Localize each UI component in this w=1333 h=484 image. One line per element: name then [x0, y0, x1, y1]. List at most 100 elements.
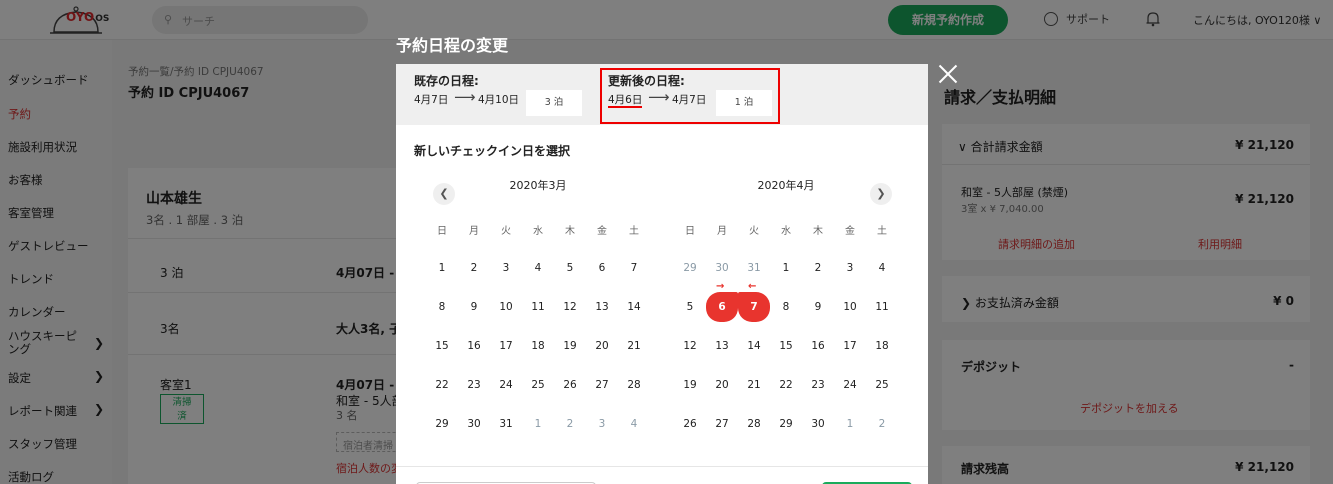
calendar-day-selected[interactable]: 7 [738, 292, 770, 322]
arrow-right-icon: ⟶ [454, 88, 476, 106]
calendar-day[interactable]: 15 [772, 336, 800, 356]
calendar-day[interactable]: 19 [556, 336, 584, 356]
month-title-march: 2020年3月 [509, 179, 567, 192]
month-title-april: 2020年4月 [757, 179, 815, 192]
calendar-day[interactable]: 13 [708, 336, 736, 356]
select-checkin-title: 新しいチェックイン日を選択 [414, 144, 571, 158]
weekday-label: 火 [749, 226, 759, 237]
arrow-left-icon: ← [748, 281, 757, 292]
calendar-day[interactable]: 2 [804, 258, 832, 278]
weekday-label: 火 [501, 226, 511, 237]
calendar-day[interactable]: 2 [868, 414, 896, 434]
weekday-label: 月 [717, 226, 727, 237]
weekday-label: 土 [877, 226, 887, 237]
calendar-day[interactable]: 25 [524, 375, 552, 395]
weekday-label: 木 [565, 226, 575, 237]
weekday-label: 月 [469, 226, 479, 237]
arrow-right-icon: → [716, 281, 725, 292]
calendar-day[interactable]: 2 [556, 414, 584, 434]
calendar-day[interactable]: 4 [868, 258, 896, 278]
existing-from: 4月7日 [414, 94, 449, 106]
calendar-day[interactable]: 16 [804, 336, 832, 356]
calendar-day[interactable]: 30 [460, 414, 488, 434]
calendar-day[interactable]: 18 [868, 336, 896, 356]
calendar-day[interactable]: 27 [588, 375, 616, 395]
calendar-day[interactable]: 14 [740, 336, 768, 356]
calendar-day[interactable]: 22 [772, 375, 800, 395]
calendar-day[interactable]: 26 [676, 414, 704, 434]
calendar-day[interactable]: 17 [836, 336, 864, 356]
calendar-day[interactable]: 8 [772, 297, 800, 317]
calendar-day[interactable]: 3 [836, 258, 864, 278]
calendar-day[interactable]: 15 [428, 336, 456, 356]
calendar-day[interactable]: 17 [492, 336, 520, 356]
calendar-day[interactable]: 1 [836, 414, 864, 434]
calendar-day[interactable]: 6 [588, 258, 616, 278]
calendar-day[interactable]: 20 [708, 375, 736, 395]
weekday-label: 木 [813, 226, 823, 237]
calendar-day[interactable]: 29 [428, 414, 456, 434]
calendar-day[interactable]: 20 [588, 336, 616, 356]
weekday-label: 金 [845, 226, 855, 237]
calendar-day[interactable]: 22 [428, 375, 456, 395]
weekday-label: 水 [533, 226, 543, 237]
weekday-label: 土 [629, 226, 639, 237]
calendar-day[interactable]: 1 [428, 258, 456, 278]
calendar-day[interactable]: 16 [460, 336, 488, 356]
weekday-label: 日 [685, 226, 695, 237]
calendar-day[interactable]: 31 [740, 258, 768, 278]
calendar-day[interactable]: 10 [836, 297, 864, 317]
calendar-day[interactable]: 4 [620, 414, 648, 434]
calendar-day[interactable]: 12 [556, 297, 584, 317]
existing-nights: 3 泊 [526, 90, 582, 116]
calendar-day[interactable]: 13 [588, 297, 616, 317]
calendar-day[interactable]: 1 [772, 258, 800, 278]
weekday-label: 金 [597, 226, 607, 237]
close-icon[interactable] [938, 64, 958, 84]
calendar-day[interactable]: 3 [492, 258, 520, 278]
calendar-day[interactable]: 29 [772, 414, 800, 434]
calendar-day[interactable]: 21 [620, 336, 648, 356]
calendar-day[interactable]: 3 [588, 414, 616, 434]
calendar-day-selected[interactable]: 6 [706, 292, 738, 322]
calendar-day[interactable]: 24 [836, 375, 864, 395]
calendar-day[interactable]: 8 [428, 297, 456, 317]
change-dates-modal: 既存の日程: 4月7日 ⟶ 4月10日 3 泊 更新後の日程: 4月6日 ⟶ 4… [396, 64, 928, 484]
calendar-day[interactable]: 30 [804, 414, 832, 434]
calendar-day[interactable]: 11 [524, 297, 552, 317]
modal-title: 予約日程の変更 [396, 36, 509, 55]
calendar-day[interactable]: 19 [676, 375, 704, 395]
calendar-day[interactable]: 26 [556, 375, 584, 395]
calendar-day[interactable]: 23 [804, 375, 832, 395]
calendar-day[interactable]: 21 [740, 375, 768, 395]
highlight-box [600, 68, 780, 124]
calendar-day[interactable]: 23 [460, 375, 488, 395]
calendar-day[interactable]: 29 [676, 258, 704, 278]
calendar-day[interactable]: 28 [740, 414, 768, 434]
existing-dates-label: 既存の日程: [414, 74, 479, 88]
calendar-day[interactable]: 7 [620, 258, 648, 278]
calendar-day[interactable]: 12 [676, 336, 704, 356]
calendar-day[interactable]: 1 [524, 414, 552, 434]
calendar-day[interactable]: 5 [676, 297, 704, 317]
calendar-day[interactable]: 9 [460, 297, 488, 317]
calendar-day[interactable]: 25 [868, 375, 896, 395]
calendar-day[interactable]: 10 [492, 297, 520, 317]
weekday-label: 日 [437, 226, 447, 237]
calendar-day[interactable]: 24 [492, 375, 520, 395]
modal-footer-divider [396, 466, 928, 467]
calendar-day[interactable]: 14 [620, 297, 648, 317]
calendar-day[interactable]: 18 [524, 336, 552, 356]
calendar-day[interactable]: 9 [804, 297, 832, 317]
dates-summary: 既存の日程: 4月7日 ⟶ 4月10日 3 泊 更新後の日程: 4月6日 ⟶ 4… [396, 64, 928, 125]
calendar-day[interactable]: 27 [708, 414, 736, 434]
weekday-label: 水 [781, 226, 791, 237]
calendar-day[interactable]: 11 [868, 297, 896, 317]
calendar-day[interactable]: 4 [524, 258, 552, 278]
calendar-day[interactable]: 5 [556, 258, 584, 278]
calendar-day[interactable]: 30 [708, 258, 736, 278]
calendar-day[interactable]: 2 [460, 258, 488, 278]
existing-to: 4月10日 [478, 94, 520, 106]
calendar-day[interactable]: 28 [620, 375, 648, 395]
calendar-day[interactable]: 31 [492, 414, 520, 434]
